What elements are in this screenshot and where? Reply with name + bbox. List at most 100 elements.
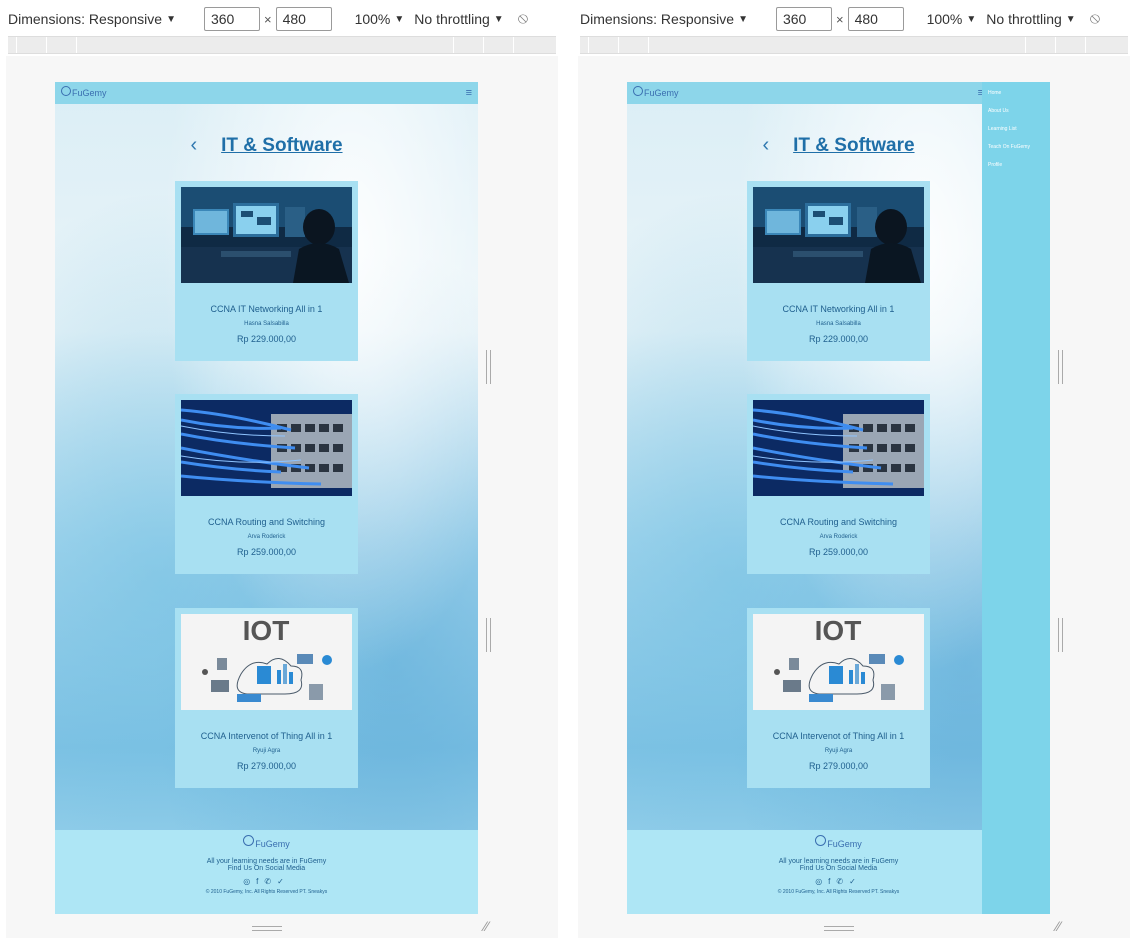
- menu-item-teach[interactable]: Teach On FuGemy: [988, 144, 1050, 150]
- width-input[interactable]: 360: [775, 7, 832, 31]
- logo-icon: [815, 835, 827, 846]
- site-logo[interactable]: FuGemy: [633, 86, 679, 98]
- rotate-icon[interactable]: ⦸: [1090, 10, 1100, 28]
- course-card[interactable]: CCNA Routing and Switching Arva Roderick…: [175, 394, 358, 574]
- instagram-icon[interactable]: ◎: [243, 877, 256, 886]
- twitter-icon[interactable]: ✓: [277, 877, 290, 886]
- course-image: IOT: [181, 614, 352, 710]
- times-sign: ×: [835, 11, 844, 27]
- resize-handle-right[interactable]: [486, 350, 491, 384]
- course-name: CCNA Routing and Switching: [207, 517, 326, 527]
- whatsapp-icon[interactable]: ✆: [264, 877, 277, 886]
- site-navbar: FuGemy ≡: [55, 82, 478, 104]
- course-name: CCNA Intervenot of Thing All in 1: [200, 731, 333, 741]
- course-card[interactable]: IOT CCNA Intervenot of Thing All in 1 Ry…: [175, 608, 358, 788]
- back-chevron-icon[interactable]: ‹: [762, 134, 769, 157]
- resize-corner-icon[interactable]: ⁄⁄: [484, 918, 498, 934]
- footer-logo[interactable]: FuGemy: [243, 835, 290, 849]
- course-author: Arva Roderick: [247, 534, 286, 540]
- logo-icon: [243, 835, 255, 846]
- dimensions-dropdown[interactable]: Dimensions: Responsive ▼: [8, 11, 176, 27]
- footer-logo[interactable]: FuGemy: [815, 835, 862, 849]
- course-price: Rp 229.000,00: [808, 334, 869, 344]
- dropdown-arrow-icon: ▼: [493, 13, 504, 25]
- course-image: [181, 187, 352, 283]
- whatsapp-icon[interactable]: ✆: [836, 877, 849, 886]
- menu-item-about[interactable]: About Us: [988, 108, 1050, 114]
- course-image: [753, 400, 924, 496]
- device-viewport: FuGemy ≡ ‹ IT & Software CCNA IT Network…: [55, 82, 478, 914]
- logo-icon: [633, 86, 643, 96]
- iot-image-text: IOT: [243, 615, 290, 646]
- course-card[interactable]: CCNA Routing and Switching Arva Roderick…: [747, 394, 930, 574]
- resize-handle-right[interactable]: [486, 618, 491, 652]
- course-author: Hasna Salsabilla: [244, 321, 289, 327]
- throttling-dropdown[interactable]: No throttling ▼: [414, 11, 503, 27]
- devtools-pane-left: Dimensions: Responsive ▼ 360 × 480 100% ▼ …: [0, 0, 566, 938]
- rotate-icon[interactable]: ⦸: [518, 10, 528, 28]
- throttling-dropdown[interactable]: No throttling ▼: [986, 11, 1075, 27]
- height-input[interactable]: 480: [275, 7, 332, 31]
- course-author: Arva Roderick: [819, 534, 858, 540]
- media-query-ruler[interactable]: [580, 36, 1128, 54]
- logo-icon: [61, 86, 71, 96]
- course-price: Rp 259.000,00: [808, 547, 869, 557]
- footer-social-heading: Find Us On Social Media: [227, 865, 306, 872]
- zoom-dropdown[interactable]: 100% ▼: [355, 11, 405, 27]
- media-query-ruler[interactable]: [8, 36, 556, 54]
- times-sign: ×: [263, 11, 272, 27]
- course-card[interactable]: CCNA IT Networking All in 1 Hasna Salsab…: [747, 181, 930, 361]
- iot-image-text: IOT: [815, 615, 862, 646]
- footer-copyright: © 2010 FuGemy, Inc. All Rights Reserved …: [205, 889, 328, 895]
- resize-handle-bottom[interactable]: [824, 926, 854, 931]
- course-author: Ryuji Agra: [252, 748, 281, 754]
- site-logo[interactable]: FuGemy: [61, 86, 107, 98]
- resize-handle-right[interactable]: [1058, 350, 1063, 384]
- dropdown-arrow-icon: ▼: [966, 13, 977, 25]
- instagram-icon[interactable]: ◎: [815, 877, 828, 886]
- height-input[interactable]: 480: [847, 7, 904, 31]
- course-author: Hasna Salsabilla: [816, 321, 861, 327]
- device-toolbar: Dimensions: Responsive ▼ 360 × 480 100% ▼ …: [580, 6, 1100, 32]
- dropdown-arrow-icon: ▼: [1065, 13, 1076, 25]
- course-card[interactable]: IOT CCNA Intervenot of Thing All in 1 Ry…: [747, 608, 930, 788]
- dropdown-arrow-icon: ▼: [738, 13, 748, 25]
- menu-item-learning-list[interactable]: Learning List: [988, 126, 1050, 132]
- hamburger-menu-icon[interactable]: ≡: [466, 87, 472, 99]
- menu-item-home[interactable]: Home: [988, 90, 1050, 96]
- course-author: Ryuji Agra: [824, 748, 853, 754]
- resize-corner-icon[interactable]: ⁄⁄: [1056, 918, 1070, 934]
- side-menu: Home About Us Learning List Teach On FuG…: [982, 82, 1050, 914]
- course-name: CCNA Intervenot of Thing All in 1: [772, 731, 905, 741]
- course-price: Rp 259.000,00: [236, 547, 297, 557]
- course-image: [181, 400, 352, 496]
- page-title[interactable]: IT & Software: [221, 135, 342, 157]
- back-chevron-icon[interactable]: ‹: [190, 134, 197, 157]
- course-card[interactable]: CCNA IT Networking All in 1 Hasna Salsab…: [175, 181, 358, 361]
- page-title[interactable]: IT & Software: [793, 135, 914, 157]
- dropdown-arrow-icon: ▼: [166, 13, 176, 25]
- footer-tagline: All your learning needs are in FuGemy: [206, 858, 327, 865]
- menu-item-profile[interactable]: Profile: [988, 162, 1050, 168]
- resize-handle-right[interactable]: [1058, 618, 1063, 652]
- device-viewport: FuGemy ≡ ‹ IT & Software CCNA IT Network…: [627, 82, 1050, 914]
- devtools-pane-right: Dimensions: Responsive ▼ 360 × 480 100% ▼ …: [572, 0, 1132, 938]
- device-toolbar: Dimensions: Responsive ▼ 360 × 480 100% ▼ …: [8, 6, 528, 32]
- zoom-dropdown[interactable]: 100% ▼: [927, 11, 977, 27]
- dropdown-arrow-icon: ▼: [394, 13, 405, 25]
- page-header: ‹ IT & Software: [55, 134, 478, 157]
- course-image: [753, 187, 924, 283]
- social-icons: ◎f✆✓: [55, 877, 478, 886]
- dimensions-dropdown[interactable]: Dimensions: Responsive ▼: [580, 11, 748, 27]
- course-name: CCNA IT Networking All in 1: [210, 304, 323, 314]
- course-name: CCNA Routing and Switching: [779, 517, 898, 527]
- course-image: IOT: [753, 614, 924, 710]
- course-name: CCNA IT Networking All in 1: [782, 304, 895, 314]
- course-price: Rp 229.000,00: [236, 334, 297, 344]
- course-price: Rp 279.000,00: [236, 761, 297, 771]
- twitter-icon[interactable]: ✓: [849, 877, 862, 886]
- width-input[interactable]: 360: [203, 7, 260, 31]
- course-price: Rp 279.000,00: [808, 761, 869, 771]
- resize-handle-bottom[interactable]: [252, 926, 282, 931]
- site-footer: FuGemy All your learning needs are in Fu…: [55, 830, 478, 914]
